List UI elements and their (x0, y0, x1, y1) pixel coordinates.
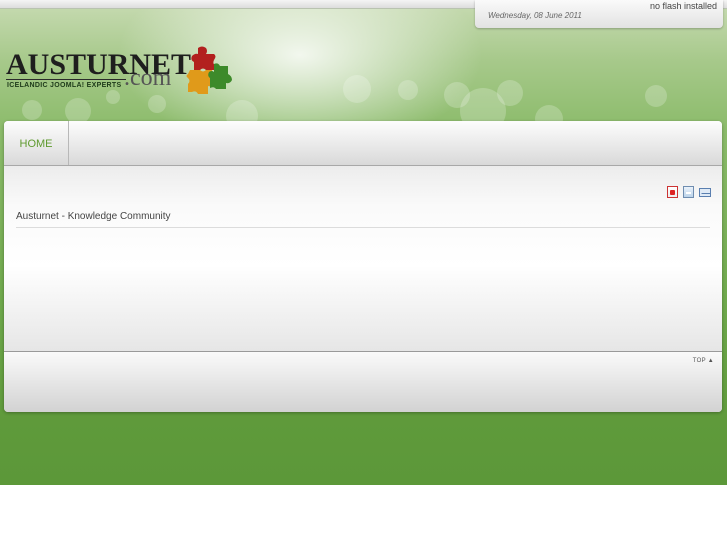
main-nav: HOME (4, 121, 722, 166)
main-panel: HOME Austurnet - Knowledge Community TOP… (4, 121, 722, 412)
logo-tagline: ICELANDIC JOOMLA! EXPERTS (7, 82, 122, 89)
email-icon[interactable] (699, 188, 711, 197)
logo-underline (6, 79, 126, 80)
puzzle-pieces-icon (186, 46, 232, 94)
logo-domain: .com (124, 65, 172, 91)
back-to-top-link[interactable]: TOP ▲ (693, 358, 714, 364)
footer: TOP ▲ (4, 352, 722, 412)
article-title: Austurnet - Knowledge Community (16, 211, 171, 222)
print-icon[interactable] (683, 186, 694, 198)
current-date: Wednesday, 08 June 2011 (488, 11, 582, 20)
content-area: Austurnet - Knowledge Community (4, 166, 722, 352)
title-divider (16, 227, 710, 228)
article-actions (662, 186, 711, 204)
pdf-icon[interactable] (667, 186, 678, 198)
flash-notice: no flash installed (649, 1, 717, 11)
site-logo[interactable]: AUSTURNET .com ICELANDIC JOOMLA! EXPERTS (6, 44, 246, 104)
nav-item-home[interactable]: HOME (4, 121, 69, 165)
date-panel: no flash installed Wednesday, 08 June 20… (475, 0, 723, 28)
